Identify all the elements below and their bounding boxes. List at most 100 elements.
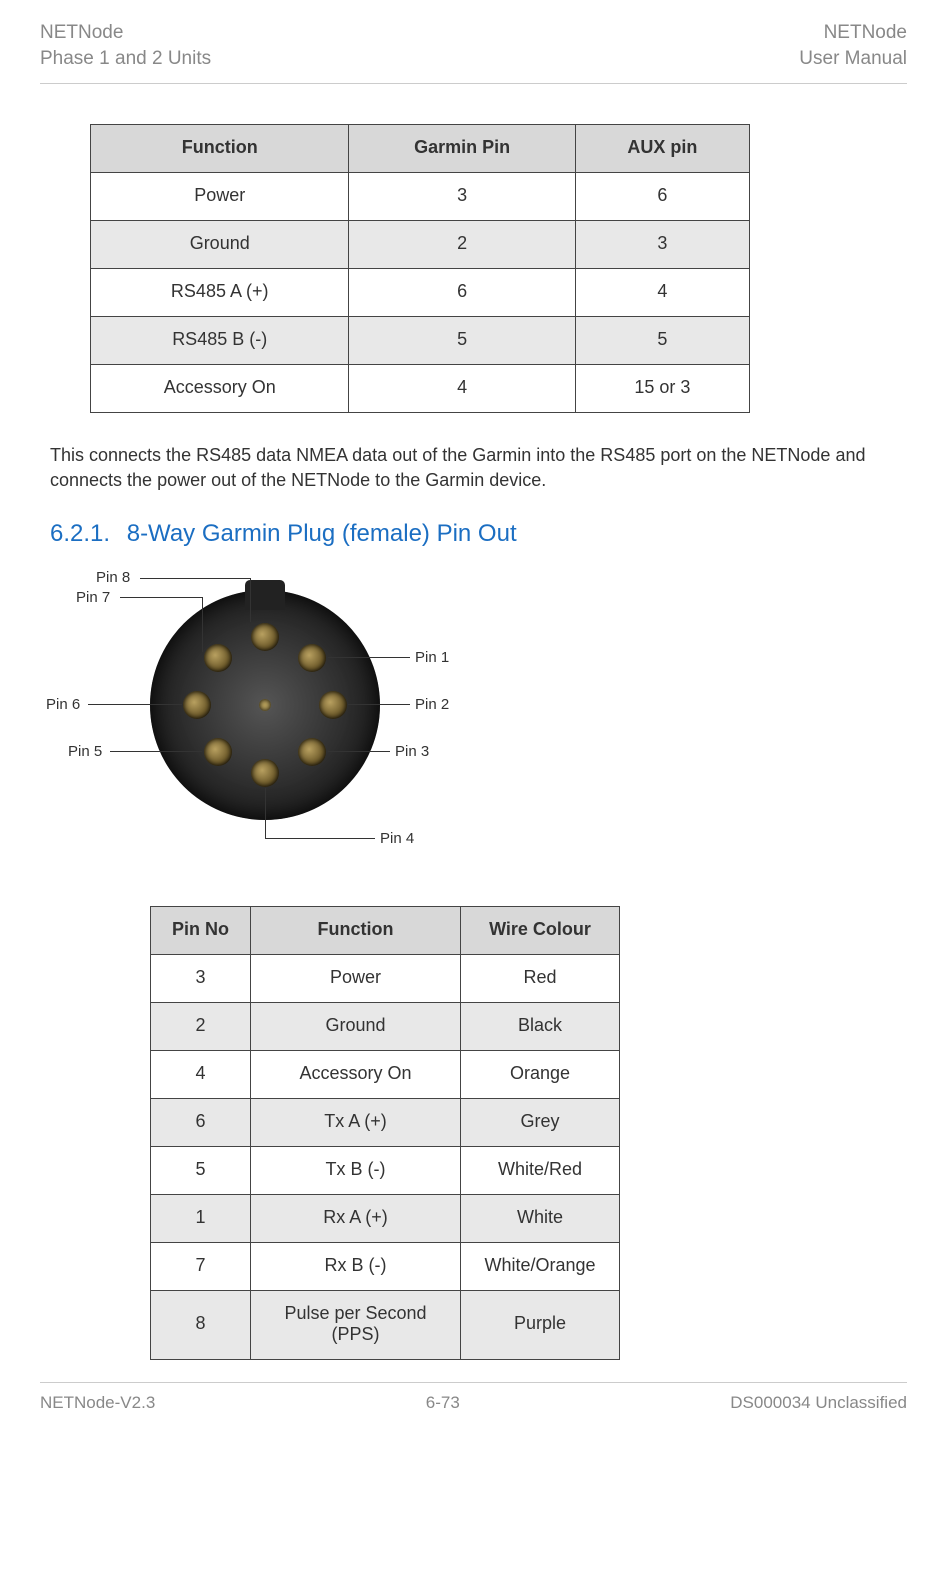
cell: Pulse per Second (PPS) <box>251 1290 461 1359</box>
header-right-line2: User Manual <box>799 46 907 72</box>
cell: Tx A (+) <box>251 1098 461 1146</box>
cell: 3 <box>575 221 749 269</box>
pin-7-label: Pin 7 <box>76 589 110 606</box>
th-function: Function <box>251 906 461 954</box>
leader-line <box>328 751 390 752</box>
pin-6-hole <box>183 691 211 719</box>
pin-8-hole <box>251 623 279 651</box>
pin-7-hole <box>204 644 232 672</box>
leader-line <box>265 838 375 839</box>
connector-diagram: Pin 1 Pin 2 Pin 3 Pin 4 Pin 5 Pin 6 Pin … <box>50 560 510 870</box>
wiring-table: Pin No Function Wire Colour 3 Power Red … <box>150 906 620 1360</box>
cell: Ground <box>251 1002 461 1050</box>
cell: 15 or 3 <box>575 365 749 413</box>
cell: 5 <box>349 317 575 365</box>
footer-right: DS000034 Unclassified <box>730 1393 907 1413</box>
pin-8-label: Pin 8 <box>96 569 130 586</box>
section-title: 8-Way Garmin Plug (female) Pin Out <box>127 520 517 547</box>
pin-4-label: Pin 4 <box>380 830 414 847</box>
cell: 5 <box>151 1146 251 1194</box>
plug-center-pin <box>259 699 271 711</box>
pin-1-hole <box>298 644 326 672</box>
pin-mapping-table: Function Garmin Pin AUX pin Power 3 6 Gr… <box>90 124 750 413</box>
cell: White/Red <box>461 1146 620 1194</box>
cell: 7 <box>151 1242 251 1290</box>
table-header-row: Pin No Function Wire Colour <box>151 906 620 954</box>
cell: 2 <box>349 221 575 269</box>
cell: White/Orange <box>461 1242 620 1290</box>
cell: Accessory On <box>251 1050 461 1098</box>
page-body: Function Garmin Pin AUX pin Power 3 6 Gr… <box>40 124 907 1360</box>
cell: 3 <box>151 954 251 1002</box>
cell: Grey <box>461 1098 620 1146</box>
cell: 1 <box>151 1194 251 1242</box>
table-row: 7 Rx B (-) White/Orange <box>151 1242 620 1290</box>
th-garmin-pin: Garmin Pin <box>349 125 575 173</box>
cell: Purple <box>461 1290 620 1359</box>
cell: 8 <box>151 1290 251 1359</box>
section-number: 6.2.1. <box>50 520 110 547</box>
pin-2-hole <box>319 691 347 719</box>
header-right: NETNode User Manual <box>799 20 907 71</box>
section-heading: 6.2.1. 8-Way Garmin Plug (female) Pin Ou… <box>50 520 897 548</box>
footer-center: 6-73 <box>426 1393 460 1413</box>
header-left-line2: Phase 1 and 2 Units <box>40 46 211 72</box>
cell: Rx B (-) <box>251 1242 461 1290</box>
cell: 2 <box>151 1002 251 1050</box>
leader-line <box>348 704 410 705</box>
pin-3-hole <box>298 738 326 766</box>
body-paragraph: This connects the RS485 data NMEA data o… <box>50 443 897 492</box>
table-row: 8 Pulse per Second (PPS) Purple <box>151 1290 620 1359</box>
th-aux-pin: AUX pin <box>575 125 749 173</box>
cell: 4 <box>575 269 749 317</box>
pin-5-label: Pin 5 <box>68 743 102 760</box>
leader-line <box>202 597 203 652</box>
table-row: 4 Accessory On Orange <box>151 1050 620 1098</box>
leader-line <box>265 788 266 838</box>
cell: Rx A (+) <box>251 1194 461 1242</box>
table-row: RS485 B (-) 5 5 <box>91 317 750 365</box>
cell: Ground <box>91 221 349 269</box>
pin-5-hole <box>204 738 232 766</box>
table-header-row: Function Garmin Pin AUX pin <box>91 125 750 173</box>
leader-line <box>328 657 410 658</box>
th-function: Function <box>91 125 349 173</box>
cell: Accessory On <box>91 365 349 413</box>
table-row: 5 Tx B (-) White/Red <box>151 1146 620 1194</box>
table-row: 1 Rx A (+) White <box>151 1194 620 1242</box>
footer-left: NETNode-V2.3 <box>40 1393 155 1413</box>
table-row: Power 3 6 <box>91 173 750 221</box>
cell: Red <box>461 954 620 1002</box>
cell: 6 <box>349 269 575 317</box>
table-row: 3 Power Red <box>151 954 620 1002</box>
leader-line <box>120 597 202 598</box>
cell: 5 <box>575 317 749 365</box>
table-row: 2 Ground Black <box>151 1002 620 1050</box>
leader-line <box>110 751 202 752</box>
cell: Tx B (-) <box>251 1146 461 1194</box>
leader-line <box>88 704 182 705</box>
pin-6-label: Pin 6 <box>46 696 80 713</box>
leader-line <box>140 578 250 579</box>
cell: 6 <box>575 173 749 221</box>
table-row: Ground 2 3 <box>91 221 750 269</box>
plug-key-graphic <box>245 580 285 610</box>
plug-body-graphic <box>150 590 380 820</box>
pin-1-label: Pin 1 <box>415 649 449 666</box>
pin-2-label: Pin 2 <box>415 696 449 713</box>
pin-3-label: Pin 3 <box>395 743 429 760</box>
cell: Black <box>461 1002 620 1050</box>
table-row: Accessory On 4 15 or 3 <box>91 365 750 413</box>
cell: RS485 A (+) <box>91 269 349 317</box>
table-row: 6 Tx A (+) Grey <box>151 1098 620 1146</box>
header-right-line1: NETNode <box>799 20 907 46</box>
cell: Orange <box>461 1050 620 1098</box>
table-row: RS485 A (+) 6 4 <box>91 269 750 317</box>
pin-4-hole <box>251 759 279 787</box>
th-wire-colour: Wire Colour <box>461 906 620 954</box>
page-header: NETNode Phase 1 and 2 Units NETNode User… <box>40 20 907 84</box>
cell: Power <box>251 954 461 1002</box>
header-left-line1: NETNode <box>40 20 211 46</box>
cell: RS485 B (-) <box>91 317 349 365</box>
header-left: NETNode Phase 1 and 2 Units <box>40 20 211 71</box>
